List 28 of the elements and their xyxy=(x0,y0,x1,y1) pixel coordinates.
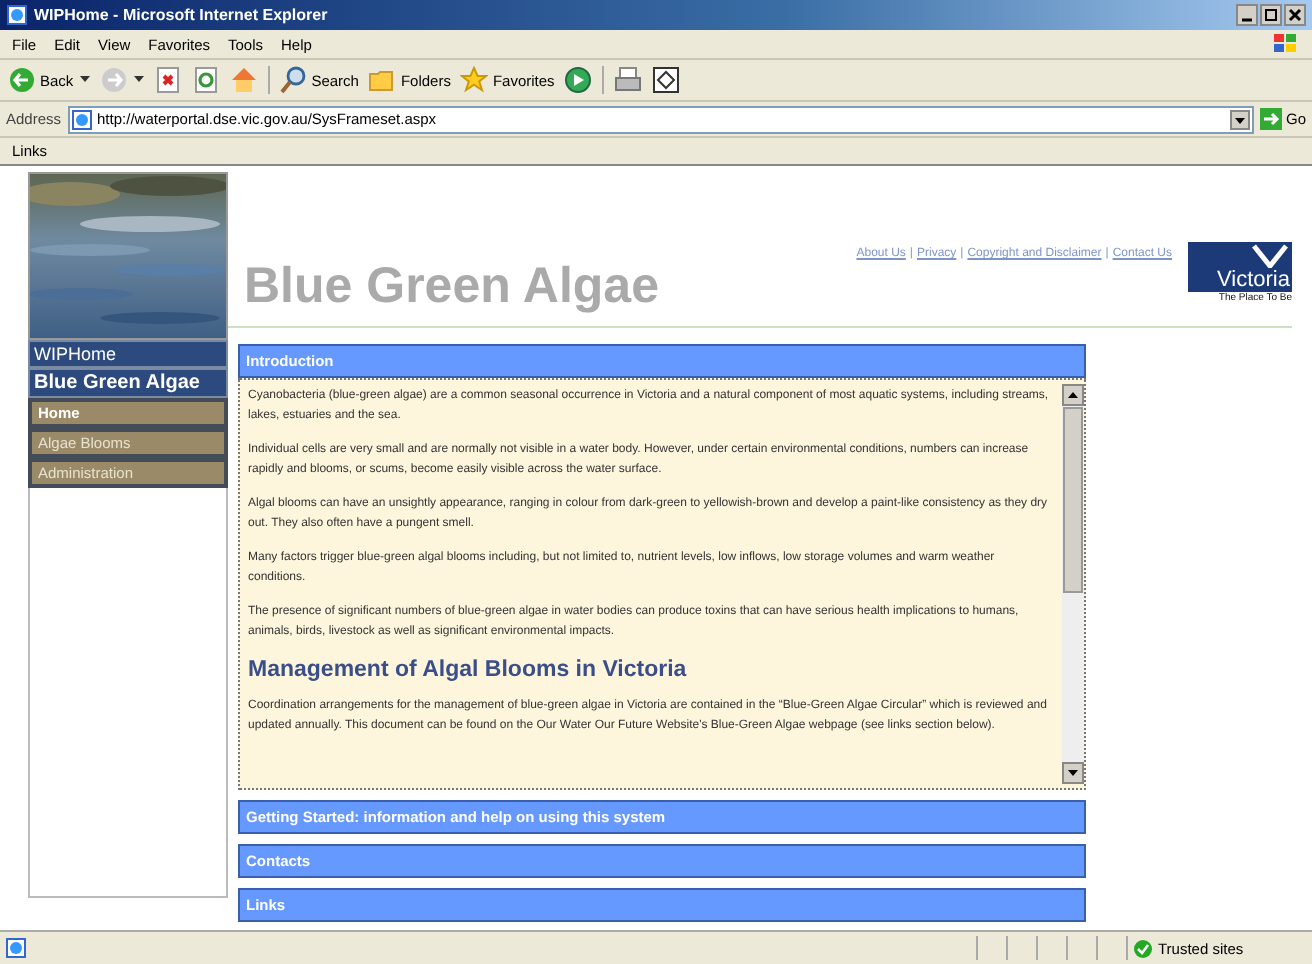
stop-icon[interactable] xyxy=(153,66,182,94)
search-icon xyxy=(279,66,308,94)
page-icon xyxy=(6,938,26,958)
star-icon xyxy=(460,66,489,94)
window-title: WIPHome - Microsoft Internet Explorer xyxy=(34,6,328,24)
check-icon xyxy=(1134,939,1152,957)
page-icon xyxy=(71,109,92,129)
section-heading[interactable]: Blue Green Algae xyxy=(28,368,228,398)
folder-icon xyxy=(368,66,397,94)
section-heading: Management of Algal Blooms in Victoria xyxy=(248,658,689,682)
scrollbar[interactable] xyxy=(1062,384,1084,784)
maximize-icon[interactable] xyxy=(1260,4,1282,26)
edit-icon[interactable] xyxy=(652,66,681,94)
caret-icon[interactable] xyxy=(133,76,144,84)
dropdown-icon[interactable] xyxy=(1229,109,1250,129)
media-icon[interactable] xyxy=(564,66,593,94)
refresh-icon[interactable] xyxy=(191,66,220,94)
minimize-icon[interactable] xyxy=(1236,4,1258,26)
arrow-icon xyxy=(1259,108,1282,130)
printer-icon[interactable] xyxy=(614,66,643,94)
caret-icon[interactable] xyxy=(79,76,90,84)
site-link[interactable]: WIPHome xyxy=(28,340,228,368)
windows-logo-icon xyxy=(1272,32,1300,56)
chevron-icon xyxy=(1188,242,1292,268)
page-title: Blue Green Algae xyxy=(244,258,659,318)
back-arrow-icon xyxy=(8,66,36,94)
browser-icon xyxy=(6,4,28,26)
close-icon[interactable] xyxy=(1284,4,1306,26)
